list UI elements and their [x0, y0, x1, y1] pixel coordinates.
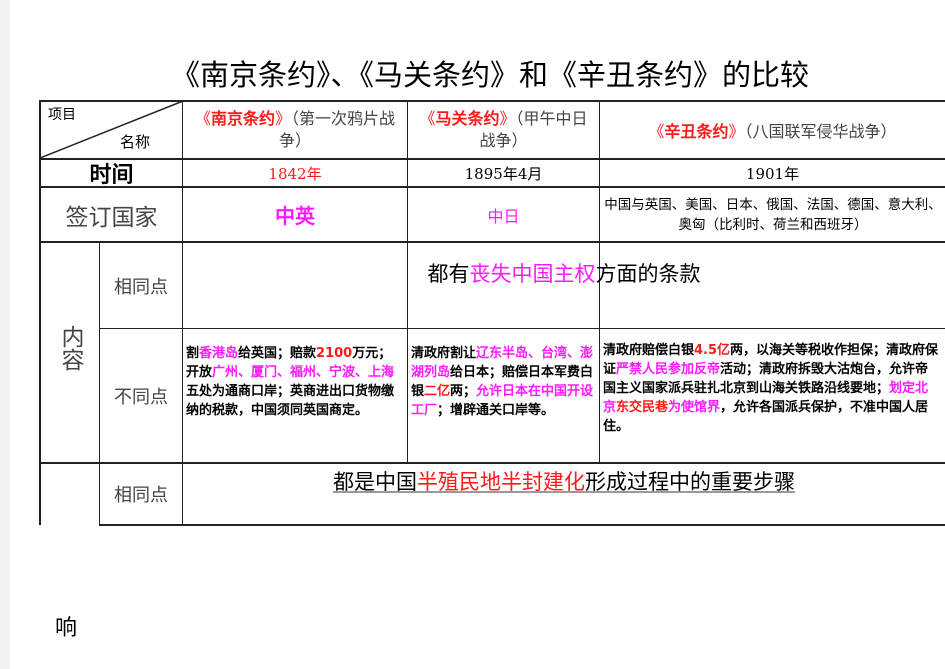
impact-same-text: 都是中国半殖民地半封建化形成过程中的重要步骤 [183, 464, 945, 498]
treaty-close: 》 [499, 109, 516, 128]
diff-segment: 4.5亿 [694, 343, 731, 358]
diff-segment: 东交民巷 [616, 400, 669, 415]
diff-text: 清政府割让辽东半岛、台湾、澎湖列岛给日本；赔偿日本军费白银二亿两；允许日本在中国… [411, 344, 596, 420]
diff-segment: 广州、厦门、福州、宁波、上海 [212, 365, 395, 380]
treaty-note: （八国联军侵华战争） [744, 122, 897, 141]
time-maguan: 1895年4月 [464, 164, 543, 183]
diff-segment: 给英国；赔款 [238, 346, 317, 361]
countries-xinchou: 中国与英国、美国、日本、俄国、法国、德国、意大利、奥匈（比利时、荷兰和西班牙） [604, 196, 942, 233]
corner-top-label: 项目 [48, 107, 76, 123]
countries-maguan: 中日 [487, 206, 520, 226]
treaty-open: 《 [648, 122, 665, 141]
diff-segment: 清政府赔偿白银 [603, 343, 695, 358]
page-title: 《南京条约》、《马关条约》和《辛丑条约》的比较 [170, 58, 809, 92]
impact-text-c: 形成过程中的重要步骤 [585, 470, 795, 494]
diff-segment: 清政府割让 [411, 346, 477, 361]
diff-segment: 二亿 [424, 384, 451, 399]
treaty-header-nanjing: 《南京条约》（第一次鸦片战争） [183, 102, 407, 158]
countries-nanjing: 中英 [275, 204, 315, 228]
impact-text-highlight: 半殖民地半封建化 [417, 470, 585, 494]
content-label: 内容 [57, 324, 83, 371]
diff-nanjing: 割香港岛给英国；赔款2100万元；开放广州、厦门、福州、宁波、上海五处为通商口岸… [183, 340, 407, 460]
same-text-highlight: 丧失中国主权 [469, 262, 596, 286]
diff-segment: 割 [186, 346, 200, 361]
same-text-c: 方面的条款 [595, 262, 701, 286]
diff-segment: ；增辟通关口岸等。 [437, 403, 555, 418]
diff-segment: 香港岛 [199, 346, 239, 361]
diff-segment: 两； [450, 384, 477, 399]
diff-text: 清政府赔偿白银4.5亿两，以海关等税收作担保；清政府保证严禁人民参加反帝活动；清… [603, 341, 940, 436]
time-xinchou: 1901年 [745, 164, 800, 183]
diff-text: 割香港岛给英国；赔款2100万元；开放广州、厦门、福州、宁波、上海五处为通商口岸… [186, 344, 404, 420]
treaty-name: 南京条约 [210, 109, 275, 128]
content-same-text: 都有丧失中国主权方面的条款 [183, 243, 945, 303]
countries-label: 签订国家 [65, 204, 158, 231]
impact-text-a: 都是中国 [333, 470, 417, 494]
treaty-close: 》 [728, 122, 745, 141]
impact-same-label: 相同点 [114, 485, 168, 506]
diff-segment: 五处为通商口岸；英商进出口货物缴纳的税款，中国须同英国商定。 [186, 384, 395, 418]
treaty-open: 《 [419, 109, 436, 128]
same-text-a: 都有 [427, 262, 470, 286]
diff-xinchou: 清政府赔偿白银4.5亿两，以海关等税收作担保；清政府保证严禁人民参加反帝活动；清… [600, 337, 943, 462]
row-divider [99, 524, 945, 526]
corner-bottom-label: 名称 [120, 133, 151, 151]
diff-maguan: 清政府割让辽东半岛、台湾、澎湖列岛给日本；赔偿日本军费白银二亿两；允许日本在中国… [408, 340, 599, 460]
time-nanjing: 1842年 [268, 164, 322, 183]
treaty-note: （第一次鸦片战争） [278, 109, 396, 150]
page-margin [0, 0, 10, 669]
time-label: 时间 [89, 162, 134, 188]
diff-segment: 严禁人民参加反帝 [616, 362, 721, 377]
diff-segment: 为使馆界 [668, 400, 721, 415]
content-same-label: 相同点 [114, 276, 168, 298]
treaty-close: 》 [275, 109, 292, 128]
treaty-name: 马关条约 [435, 109, 500, 128]
row-divider [99, 328, 945, 329]
footer-char: 响 [55, 616, 78, 641]
treaty-name: 辛丑条约 [664, 122, 729, 141]
diff-segment: 2100 [316, 346, 353, 361]
treaty-open: 《 [194, 109, 211, 128]
treaty-header-maguan: 《马关条约》（甲午中日战争） [408, 102, 599, 158]
content-diff-label: 不同点 [114, 386, 168, 408]
treaty-header-xinchou: 《辛丑条约》（八国联军侵华战争） [600, 102, 945, 158]
